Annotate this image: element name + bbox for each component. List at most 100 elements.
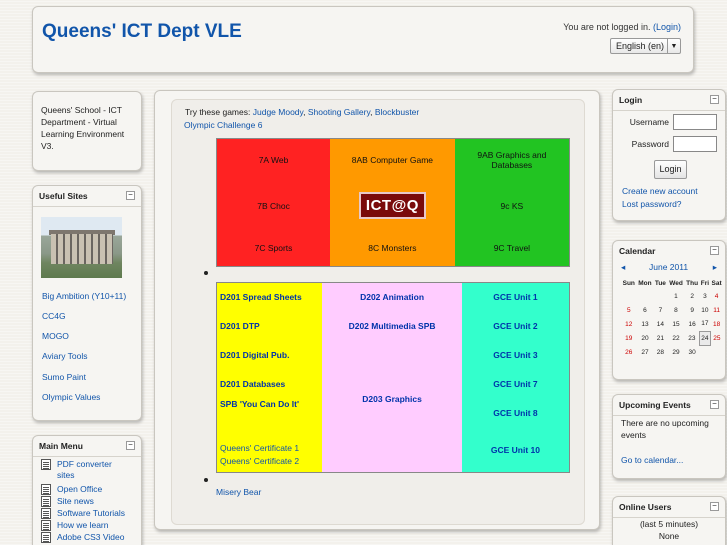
menu-item-label[interactable]: Site news — [57, 496, 94, 507]
game-link-blockbuster[interactable]: Blockbuster — [375, 107, 419, 117]
unit-cell-d201-spreadsheets[interactable]: D201 Spread Sheets — [216, 282, 323, 312]
online-users-none: None — [658, 531, 680, 541]
create-account-link[interactable]: Create new account — [622, 186, 698, 196]
day-header: Fri — [700, 279, 710, 287]
calendar-day: 12 — [625, 320, 633, 328]
site-title[interactable]: Queens' ICT Dept VLE — [42, 21, 242, 43]
unit-cell-gce-10[interactable]: GCE Unit 10 — [461, 427, 570, 473]
unit-cell-d201-databases[interactable]: D201 Databases — [216, 369, 323, 399]
year-cell-9ab[interactable]: 9AB Graphics and Databases — [454, 138, 570, 181]
collapse-icon[interactable]: − — [126, 191, 135, 200]
document-icon — [41, 459, 51, 470]
collapse-icon[interactable]: − — [710, 502, 719, 511]
login-block: Login − Username Password Login Create n… — [612, 89, 726, 221]
misery-bear-link[interactable]: Misery Bear — [216, 487, 261, 497]
calendar-day: 3 — [703, 292, 707, 300]
year-cell-9c-ks[interactable]: 9c KS — [454, 180, 570, 231]
lost-password-link[interactable]: Lost password? — [622, 199, 682, 209]
unit-cell-d201-digital-pub[interactable]: D201 Digital Pub. — [216, 340, 323, 370]
day-header: Sun — [622, 279, 635, 287]
chevron-down-icon[interactable]: ▼ — [667, 39, 680, 53]
collapse-icon[interactable]: − — [126, 441, 135, 450]
useful-link-olympic-values[interactable]: Olympic Values — [42, 392, 100, 402]
day-header: Wed — [669, 279, 683, 287]
unit-cell-gce-1[interactable]: GCE Unit 1 — [461, 282, 570, 312]
calendar-month[interactable]: June 2011 — [649, 262, 688, 272]
menu-item-label[interactable]: Adobe CS3 Video — [57, 532, 124, 543]
unit-cell-gce-7[interactable]: GCE Unit 7 — [461, 369, 570, 399]
main-menu-title: Main Menu — [39, 441, 83, 451]
document-icon — [41, 520, 51, 531]
unit-cell-d203-graphics[interactable]: D203 Graphics — [322, 369, 462, 428]
calendar-grid: Sun Mon Tue Wed Thu Fri Sat 1 2 3 4 5 6 … — [621, 277, 723, 359]
menu-item-software-tutorials[interactable]: Software Tutorials — [41, 508, 125, 519]
calendar-day — [621, 289, 637, 303]
year-cell-8c[interactable]: 8C Monsters — [330, 230, 455, 267]
unit-cell-d202-multimedia[interactable]: D202 Multimedia SPB — [322, 311, 462, 341]
menu-item-how-we-learn[interactable]: How we learn — [41, 520, 109, 531]
page-header: Queens' ICT Dept VLE You are not logged … — [32, 6, 694, 73]
calendar-day: 27 — [641, 348, 649, 356]
divider — [613, 415, 725, 416]
calendar-day: 26 — [625, 348, 633, 356]
collapse-icon[interactable]: − — [710, 400, 719, 409]
menu-item-label[interactable]: How we learn — [57, 520, 109, 531]
certificate-link-1[interactable]: Queens' Certificate 1 — [220, 443, 299, 453]
unit-cell-spb[interactable]: SPB 'You Can Do It' — [216, 398, 323, 428]
calendar-day: 16 — [688, 320, 696, 328]
calendar-day: 30 — [688, 348, 696, 356]
menu-item-open-office[interactable]: Open Office — [41, 484, 102, 495]
menu-item-label[interactable]: Open Office — [57, 484, 102, 495]
menu-item-pdf[interactable]: PDF converter sites — [41, 459, 121, 481]
go-to-calendar-link[interactable]: Go to calendar... — [621, 455, 683, 465]
calendar-day: 18 — [712, 320, 721, 328]
collapse-icon[interactable]: − — [710, 95, 719, 104]
certificate-link-2[interactable]: Queens' Certificate 2 — [220, 456, 299, 466]
year-cell-9c-travel[interactable]: 9C Travel — [454, 230, 570, 267]
password-input[interactable] — [673, 136, 717, 152]
prev-month-icon[interactable]: ◂ — [621, 262, 625, 273]
unit-cell-gce-2[interactable]: GCE Unit 2 — [461, 311, 570, 341]
language-select[interactable]: English (en) ▼ — [610, 38, 681, 54]
username-input[interactable] — [673, 114, 717, 130]
calendar-day: 14 — [656, 320, 664, 328]
year-cell-7b[interactable]: 7B Choc — [216, 180, 331, 231]
unit-grid: D201 Spread Sheets D202 Animation GCE Un… — [216, 282, 570, 473]
news-icon — [41, 496, 51, 507]
year-cell-7c[interactable]: 7C Sports — [216, 230, 331, 267]
unit-cell-gce-3[interactable]: GCE Unit 3 — [461, 340, 570, 370]
useful-link-mogo[interactable]: MOGO — [42, 331, 69, 341]
game-link-judge-moody[interactable]: Judge Moody — [253, 107, 303, 117]
useful-link-cc4g[interactable]: CC4G — [42, 311, 66, 321]
unit-cell-gce-8[interactable]: GCE Unit 8 — [461, 398, 570, 428]
useful-link-sumo-paint[interactable]: Sumo Paint — [42, 372, 86, 382]
menu-item-site-news[interactable]: Site news — [41, 496, 94, 507]
calendar-day: 22 — [672, 334, 680, 342]
useful-link-big-ambition[interactable]: Big Ambition (Y10+11) — [42, 291, 126, 301]
collapse-icon[interactable]: − — [710, 246, 719, 255]
unit-cell-d202-animation[interactable]: D202 Animation — [322, 282, 462, 312]
unit-cell-d201-dtp[interactable]: D201 DTP — [216, 311, 323, 341]
menu-item-label[interactable]: PDF converter sites — [57, 459, 121, 481]
upcoming-events-block: Upcoming Events − There are no upcoming … — [612, 394, 726, 479]
calendar-day — [710, 345, 723, 359]
game-link-shooting-gallery[interactable]: Shooting Gallery — [308, 107, 370, 117]
school-photo[interactable] — [41, 217, 122, 278]
calendar-day — [653, 289, 667, 303]
ict-logo[interactable]: ICT@Q — [358, 192, 426, 219]
next-month-icon[interactable]: ▸ — [713, 262, 717, 273]
menu-item-adobe-cs3[interactable]: Adobe CS3 Video — [41, 532, 124, 543]
game-link-olympic-challenge[interactable]: Olympic Challenge 6 — [184, 120, 262, 130]
useful-link-aviary[interactable]: Aviary Tools — [42, 351, 88, 361]
login-button[interactable]: Login — [654, 160, 687, 179]
calendar-day: 20 — [641, 334, 649, 342]
calendar-block: Calendar − ◂ June 2011 ▸ Sun Mon Tue Wed… — [612, 240, 726, 380]
year-cell-7a[interactable]: 7A Web — [216, 138, 331, 181]
unit-cell-empty — [322, 340, 462, 370]
language-value: English (en) — [616, 41, 665, 51]
document-icon — [41, 484, 51, 495]
year-cell-8ab[interactable]: 8AB Computer Game — [330, 138, 455, 181]
login-link[interactable]: (Login) — [653, 22, 681, 32]
menu-item-label[interactable]: Software Tutorials — [57, 508, 125, 519]
password-row: Password — [632, 136, 717, 152]
